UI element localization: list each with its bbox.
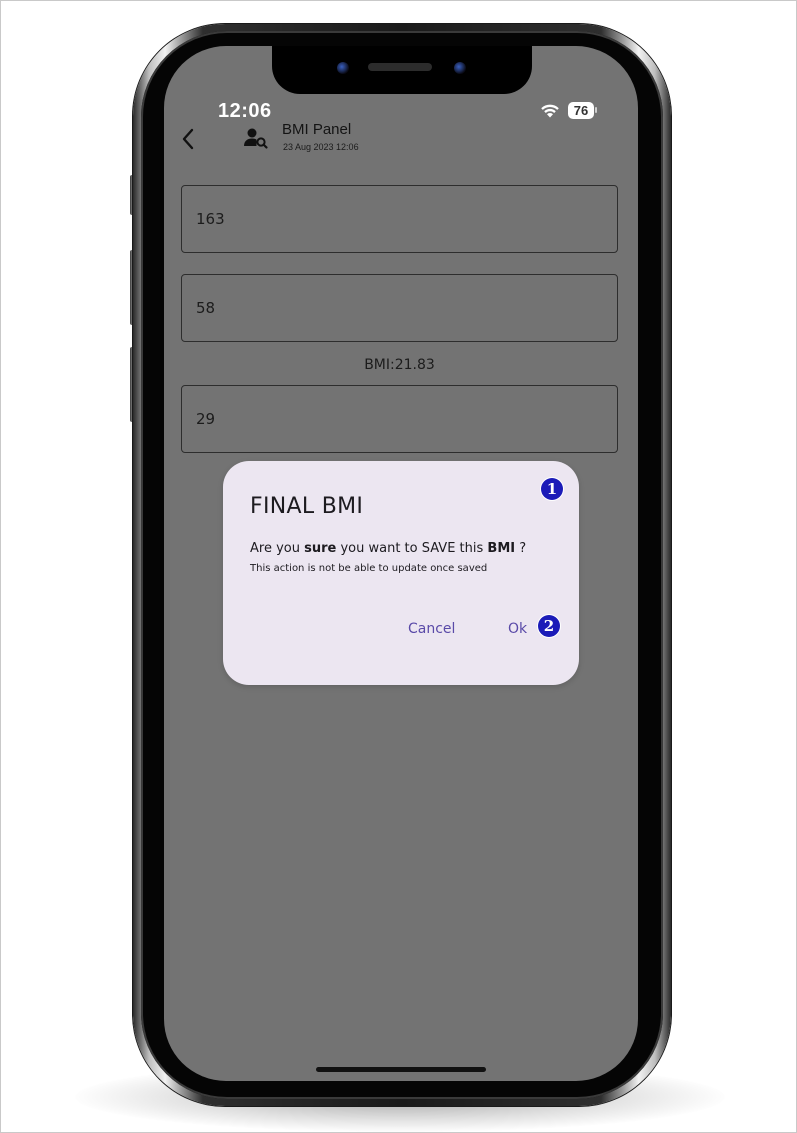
dialog-message-part3: ? xyxy=(515,541,527,556)
dialog-message: Are you sure you want to SAVE this BMI ? xyxy=(250,541,526,556)
status-time: 12:06 xyxy=(218,100,272,122)
age-field[interactable]: 29 xyxy=(181,385,618,453)
back-arrow-icon[interactable] xyxy=(178,126,198,152)
battery-icon: 76 xyxy=(568,101,594,119)
sensor-icon xyxy=(454,62,466,74)
dialog-message-part2: you want to SAVE this xyxy=(336,541,488,556)
page-subtitle: 23 Aug 2023 12:06 xyxy=(283,142,359,152)
dialog-message-bold1: sure xyxy=(304,541,337,556)
wifi-icon xyxy=(540,102,560,118)
ok-button[interactable]: Ok xyxy=(508,621,527,637)
annotation-marker-1: 1 xyxy=(541,478,563,500)
height-field[interactable]: 163 xyxy=(181,185,618,253)
cancel-button[interactable]: Cancel xyxy=(408,621,455,637)
confirm-dialog: FINAL BMI Are you sure you want to SAVE … xyxy=(223,461,579,685)
speaker-grille xyxy=(368,63,432,71)
bmi-result-label: BMI:21.83 xyxy=(364,357,435,373)
height-value: 163 xyxy=(196,210,225,228)
dialog-title: FINAL BMI xyxy=(250,494,364,519)
battery-tip xyxy=(595,107,597,113)
home-indicator[interactable] xyxy=(316,1067,486,1072)
page-title: BMI Panel xyxy=(282,121,352,138)
dialog-message-bold2: BMI xyxy=(487,541,516,556)
dialog-note: This action is not be able to update onc… xyxy=(250,563,488,574)
annotation-marker-2: 2 xyxy=(538,615,560,637)
status-icons: 76 xyxy=(540,98,597,122)
user-search-icon xyxy=(243,126,269,150)
camera-icon xyxy=(337,62,349,74)
weight-field[interactable]: 58 xyxy=(181,274,618,342)
weight-value: 58 xyxy=(196,299,216,317)
age-value: 29 xyxy=(196,410,216,428)
dialog-message-part1: Are you xyxy=(250,541,305,556)
